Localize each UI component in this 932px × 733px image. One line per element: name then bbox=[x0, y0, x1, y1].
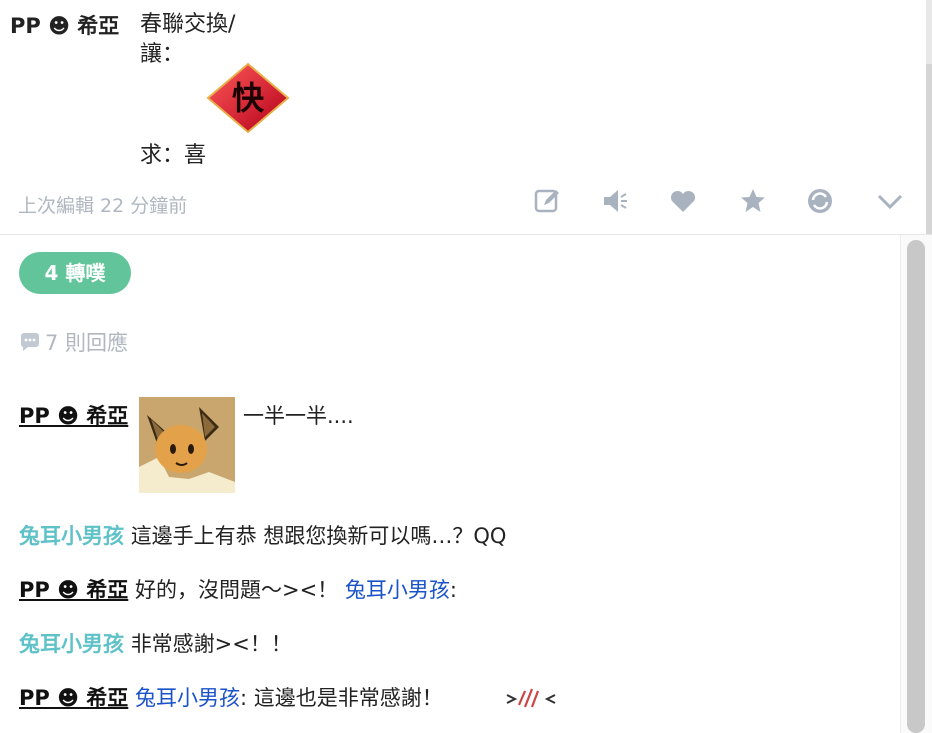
mute-icon[interactable] bbox=[600, 186, 630, 216]
response-text: 非常感謝><！！ bbox=[130, 632, 292, 656]
star-icon[interactable] bbox=[738, 186, 768, 216]
post-content: 春聯交換/ 讓： bbox=[140, 10, 235, 70]
response-user[interactable]: PP ☻ 希亞 bbox=[19, 404, 128, 428]
kuai-couplet-image: 快 bbox=[206, 62, 290, 134]
response-item: 兔耳小男孩 這邊手上有恭 想跟您換新可以嗎…？QQ bbox=[19, 520, 506, 550]
response-item: PP ☻ 希亞 兔耳小男孩: 這邊也是非常感謝！ bbox=[19, 682, 443, 712]
response-count: 7 則回應 bbox=[19, 327, 128, 357]
response-text: : 這邊也是非常感謝！ bbox=[239, 686, 443, 710]
response-item: 兔耳小男孩 非常感謝><！！ bbox=[19, 628, 292, 658]
replurk-count-badge[interactable]: 4 轉噗 bbox=[19, 252, 131, 294]
edit-icon[interactable] bbox=[532, 186, 562, 216]
response-user[interactable]: 兔耳小男孩 bbox=[19, 524, 124, 548]
mention-link[interactable]: 兔耳小男孩 bbox=[135, 686, 240, 710]
poster-name[interactable]: PP ☻ 希亞 bbox=[10, 10, 119, 40]
heart-icon[interactable] bbox=[668, 186, 698, 216]
response-text: 這邊手上有恭 想跟您換新可以嗎…？QQ bbox=[130, 524, 507, 548]
comment-icon bbox=[20, 333, 39, 351]
response-item: PP ☻ 希亞 bbox=[19, 400, 128, 430]
response-text: 一半一半.... bbox=[243, 404, 354, 428]
plurk-post: PP ☻ 希亞 春聯交換/ 讓： 快 求：喜 上次編輯 22 分鐘前 bbox=[0, 0, 932, 234]
response-text-after: : bbox=[449, 578, 457, 602]
response-text: 好的，沒問題～><！ bbox=[134, 578, 339, 602]
response-user[interactable]: PP ☻ 希亞 bbox=[19, 578, 128, 602]
edge-bar-lower bbox=[926, 64, 932, 234]
kuai-char: 快 bbox=[232, 79, 265, 117]
response-user[interactable]: PP ☻ 希亞 bbox=[19, 686, 128, 710]
response-item: PP ☻ 希亞 好的，沒問題～><！ 兔耳小男孩: bbox=[19, 574, 457, 604]
response-count-label: 7 則回應 bbox=[45, 331, 129, 355]
response-user[interactable]: 兔耳小男孩 bbox=[19, 632, 124, 656]
eevee-emoji bbox=[139, 397, 235, 493]
scrollbar-thumb[interactable] bbox=[907, 240, 925, 733]
sweat-emoji bbox=[506, 688, 556, 708]
edge-bar bbox=[926, 0, 932, 64]
mention-link[interactable]: 兔耳小男孩 bbox=[345, 578, 450, 602]
chevron-down-icon[interactable] bbox=[875, 186, 905, 216]
edited-timestamp: 上次編輯 22 分鐘前 bbox=[18, 195, 188, 217]
post-line-3: 求：喜 bbox=[140, 143, 207, 168]
replurk-icon[interactable] bbox=[805, 186, 835, 216]
post-line-1: 春聯交換/ bbox=[140, 12, 236, 37]
divider bbox=[0, 234, 932, 235]
